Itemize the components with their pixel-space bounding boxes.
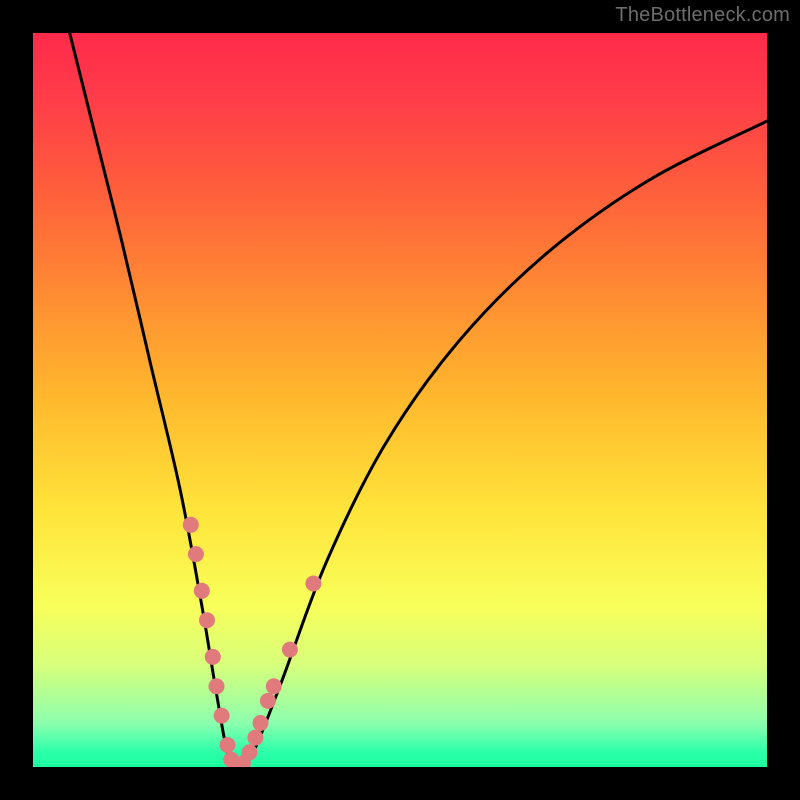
bottleneck-curve	[70, 33, 767, 767]
chart-frame: TheBottleneck.com	[0, 0, 800, 800]
data-point	[194, 583, 210, 599]
data-point	[205, 649, 221, 665]
data-point	[242, 744, 258, 760]
data-point	[214, 708, 230, 724]
data-point	[220, 737, 236, 753]
sample-dots	[183, 517, 322, 767]
data-point	[183, 517, 199, 533]
data-point	[209, 678, 225, 694]
data-point	[199, 612, 215, 628]
data-point	[282, 642, 298, 658]
data-point	[305, 576, 321, 592]
data-point	[247, 730, 263, 746]
curve-layer	[33, 33, 767, 767]
plot-area	[33, 33, 767, 767]
data-point	[253, 715, 269, 731]
data-point	[266, 678, 282, 694]
data-point	[188, 546, 204, 562]
data-point	[260, 693, 276, 709]
watermark: TheBottleneck.com	[615, 4, 790, 27]
